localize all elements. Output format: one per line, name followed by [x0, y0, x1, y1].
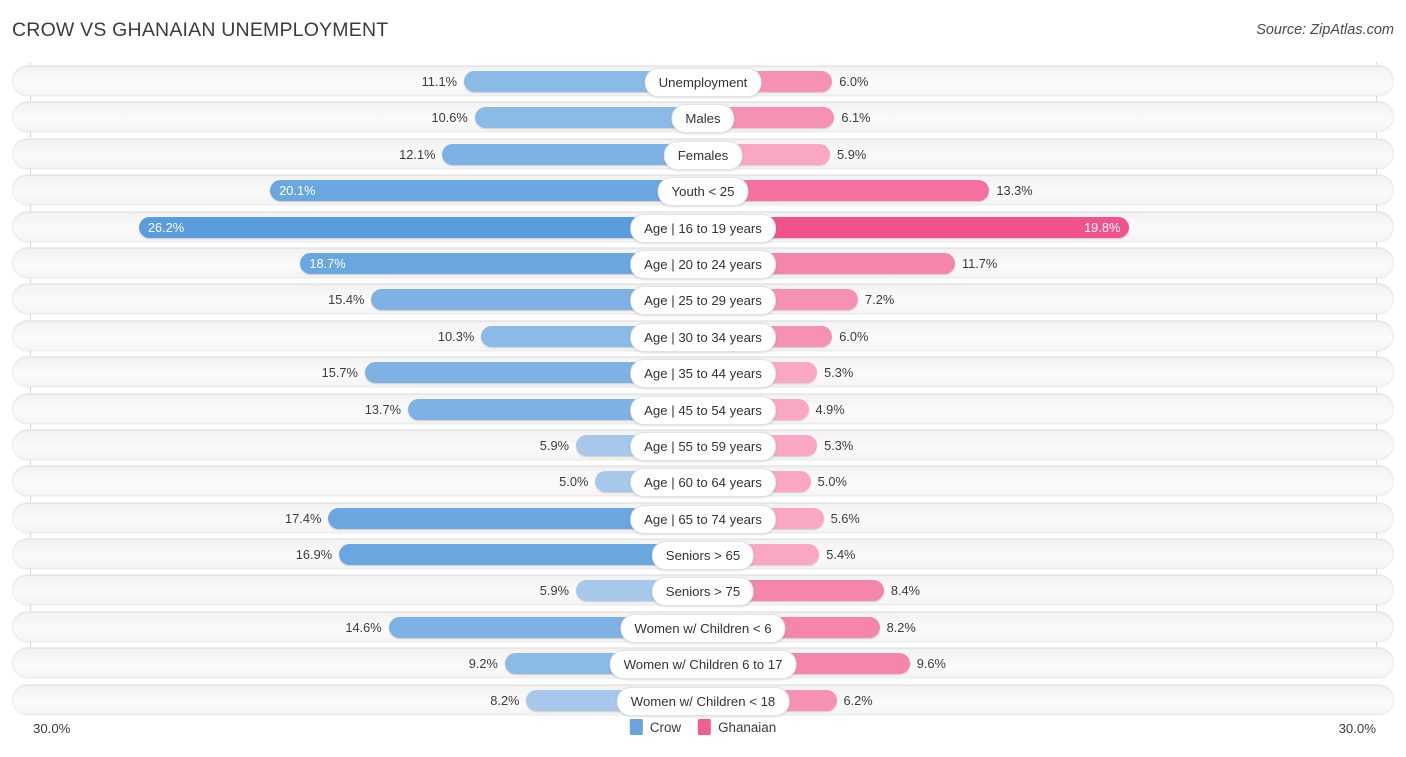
value-label-ghanaian: 5.3%	[824, 437, 854, 453]
value-label-ghanaian: 7.2%	[865, 292, 895, 308]
bar-row[interactable]: 5.9% 5.3% Age | 55 to 59 years	[12, 428, 1394, 461]
category-label-pill: Age | 25 to 29 years	[630, 286, 776, 316]
value-label-crow: 10.6%	[431, 110, 468, 126]
value-label-crow: 9.2%	[468, 656, 498, 672]
bar-row[interactable]: 9.2% 9.6% Women w/ Children 6 to 17	[12, 647, 1394, 680]
value-label-ghanaian: 11.7%	[961, 255, 998, 271]
axis-label-left: 30.0%	[33, 721, 71, 736]
value-label-crow: 5.9%	[539, 437, 569, 453]
value-label-crow: 18.7%	[309, 255, 346, 271]
bar-row[interactable]: 20.1% 13.3% Youth < 25	[12, 174, 1394, 207]
bar-crow[interactable]: 26.2%	[138, 216, 703, 238]
value-label-ghanaian: 8.2%	[886, 619, 916, 635]
value-label-ghanaian: 5.6%	[830, 510, 860, 526]
value-label-ghanaian: 19.8%	[1084, 219, 1121, 235]
category-label-pill: Age | 30 to 34 years	[630, 322, 776, 352]
value-label-crow: 17.4%	[285, 510, 322, 526]
value-label-crow: 10.3%	[437, 328, 475, 344]
legend-label: Crow	[649, 719, 682, 735]
value-label-crow: 11.1%	[421, 74, 457, 89]
bar-rows-container: 11.1% 6.0% Unemployment 10.6% 6.1% Males 12.1%…	[12, 65, 1394, 720]
category-label-pill: Age | 35 to 44 years	[630, 359, 776, 389]
value-label-ghanaian: 6.0%	[839, 74, 869, 89]
value-label-crow: 15.4%	[328, 292, 365, 308]
category-label-pill: Unemployment	[644, 68, 762, 97]
bar-row[interactable]: 15.4% 7.2% Age | 25 to 29 years	[12, 283, 1394, 316]
category-label-pill: Youth < 25	[657, 177, 749, 207]
category-label-pill: Males	[671, 104, 735, 134]
bar-crow[interactable]	[474, 107, 703, 129]
value-label-crow: 26.2%	[147, 219, 185, 235]
category-label-pill: Seniors > 65	[651, 541, 755, 571]
legend-item-crow[interactable]: Crow	[629, 719, 682, 735]
category-label-pill: Age | 45 to 54 years	[630, 395, 776, 425]
legend-item-ghanaian[interactable]: Ghanaian	[698, 719, 776, 735]
chart-footer: 30.0% Crow Ghanaian 30.0%	[0, 717, 1406, 747]
value-label-ghanaian: 5.4%	[826, 547, 856, 563]
category-label-pill: Women w/ Children < 6	[620, 613, 786, 643]
bar-row[interactable]: 12.1% 5.9% Females	[12, 137, 1394, 170]
bar-row[interactable]: 15.7% 5.3% Age | 35 to 44 years	[12, 356, 1394, 389]
value-label-ghanaian: 13.3%	[996, 183, 1033, 199]
value-label-ghanaian: 6.1%	[841, 110, 871, 126]
category-label-pill: Age | 20 to 24 years	[630, 249, 776, 279]
bar-row[interactable]: 16.9% 5.4% Seniors > 65	[12, 538, 1394, 571]
chart-legend: Crow Ghanaian	[629, 719, 776, 735]
value-label-ghanaian: 5.0%	[817, 474, 847, 490]
value-label-crow: 12.1%	[399, 146, 436, 162]
bar-row[interactable]: 13.7% 4.9% Age | 45 to 54 years	[12, 392, 1394, 425]
legend-label: Ghanaian	[718, 719, 777, 735]
category-label-pill: Females	[663, 140, 743, 170]
value-label-crow: 15.7%	[321, 365, 358, 381]
bar-row[interactable]: 10.3% 6.0% Age | 30 to 34 years	[12, 319, 1394, 352]
bar-row[interactable]: 14.6% 8.2% Women w/ Children < 6	[12, 610, 1394, 643]
value-label-ghanaian: 6.2%	[843, 692, 873, 708]
category-label-pill: Age | 16 to 19 years	[630, 213, 776, 243]
bar-row[interactable]: 8.2% 6.2% Women w/ Children < 18	[12, 683, 1394, 716]
category-label-pill: Age | 65 to 74 years	[630, 504, 776, 534]
legend-swatch-icon	[698, 719, 712, 735]
value-label-crow: 8.2%	[490, 692, 520, 708]
category-label-pill: Women w/ Children < 18	[616, 686, 790, 716]
bar-row[interactable]: 5.0% 5.0% Age | 60 to 64 years	[12, 465, 1394, 498]
bar-row[interactable]: 5.9% 8.4% Seniors > 75	[12, 574, 1394, 607]
value-label-ghanaian: 5.3%	[824, 365, 854, 381]
chart-header: CROW VS GHANAIAN UNEMPLOYMENT Source: Zi…	[0, 0, 1406, 62]
page-title: CROW VS GHANAIAN UNEMPLOYMENT	[12, 19, 389, 41]
bar-row[interactable]: 17.4% 5.6% Age | 65 to 74 years	[12, 501, 1394, 534]
value-label-crow: 20.1%	[279, 183, 316, 199]
chart-plot-area: 11.1% 6.0% Unemployment 10.6% 6.1% Males 12.1%…	[0, 62, 1406, 717]
value-label-crow: 5.0%	[559, 474, 589, 490]
bar-row[interactable]: 26.2% 19.8% Age | 16 to 19 years	[12, 210, 1394, 243]
source-attribution: Source: ZipAtlas.com	[1256, 22, 1394, 38]
bar-row[interactable]: 10.6% 6.1% Males	[12, 101, 1394, 134]
value-label-crow: 16.9%	[295, 547, 333, 563]
value-label-crow: 13.7%	[364, 401, 401, 417]
bar-row[interactable]: 11.1% 6.0% Unemployment	[12, 65, 1394, 97]
value-label-crow: 5.9%	[539, 583, 569, 599]
category-label-pill: Women w/ Children 6 to 17	[609, 650, 797, 680]
value-label-ghanaian: 4.9%	[815, 401, 845, 417]
category-label-pill: Age | 55 to 59 years	[630, 431, 776, 461]
bar-crow[interactable]: 20.1%	[270, 180, 703, 202]
value-label-ghanaian: 8.4%	[890, 583, 921, 599]
legend-swatch-icon	[629, 719, 643, 735]
value-label-ghanaian: 5.9%	[837, 146, 867, 162]
value-label-ghanaian: 9.6%	[916, 656, 946, 672]
bar-crow[interactable]	[339, 544, 703, 566]
value-label-crow: 14.6%	[345, 619, 382, 635]
category-label-pill: Age | 60 to 64 years	[630, 468, 776, 498]
axis-label-right: 30.0%	[1338, 721, 1376, 736]
value-label-ghanaian: 6.0%	[839, 328, 869, 344]
category-label-pill: Seniors > 75	[651, 577, 755, 607]
bar-row[interactable]: 18.7% 11.7% Age | 20 to 24 years	[12, 246, 1394, 279]
